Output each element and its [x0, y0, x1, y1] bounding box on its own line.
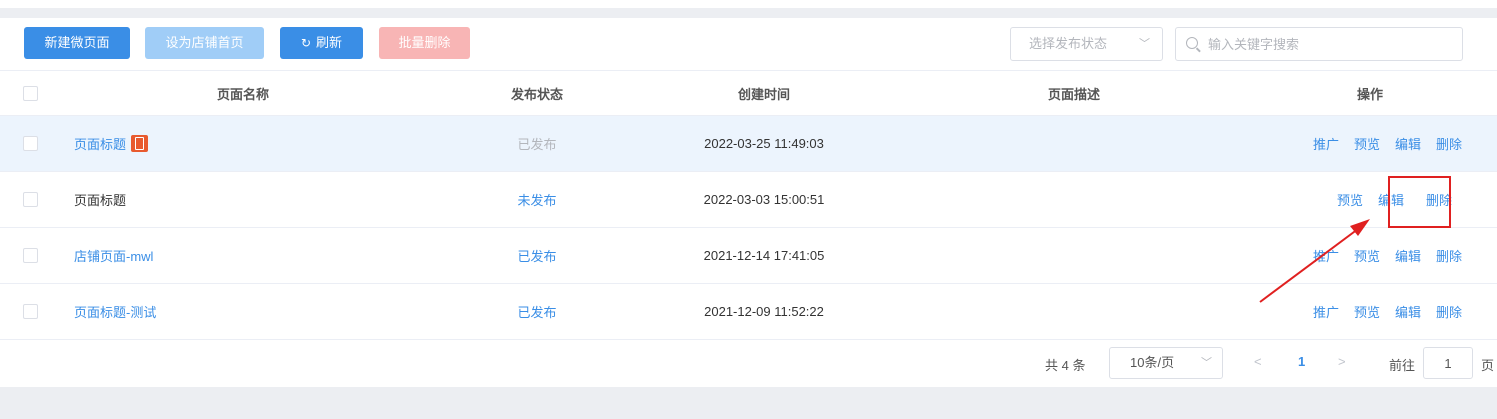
row-status: 已发布 — [517, 137, 557, 152]
search-input[interactable] — [1208, 28, 1458, 60]
row-name: 页面标题 — [74, 193, 127, 208]
header-name: 页面名称 — [216, 86, 269, 102]
row-time: 2021-12-14 17:41:05 — [703, 248, 825, 263]
search-box[interactable] — [1175, 27, 1463, 61]
refresh-label: 刷新 — [316, 35, 343, 50]
batch-delete-button[interactable]: 批量删除 — [379, 27, 470, 59]
goto-page-input[interactable] — [1423, 347, 1473, 379]
row-name-cell: 页面标题 — [74, 116, 149, 171]
edit-link[interactable]: 编辑 — [1395, 246, 1421, 265]
toolbar: 新建微页面 设为店铺首页 ↻ 刷新 批量删除 选择发布状态 ﹀ — [0, 18, 1497, 70]
row-time: 2022-03-03 15:00:51 — [703, 192, 825, 207]
table-header: 页面名称 发布状态 创建时间 页面描述 操作 — [0, 70, 1497, 116]
row-checkbox[interactable] — [23, 136, 38, 151]
preview-link[interactable]: 预览 — [1354, 246, 1380, 265]
preview-link[interactable]: 预览 — [1354, 134, 1380, 153]
pagination-total: 共 4 条 — [1045, 358, 1086, 373]
table-row: 页面标题 未发布 2022-03-03 15:00:51 预览 编辑 删除 — [0, 172, 1497, 228]
row-name-link[interactable]: 店铺页面-mwl — [74, 228, 153, 283]
row-status: 未发布 — [517, 193, 557, 208]
row-ops: 推广 预览 编辑 删除 — [1298, 116, 1462, 171]
status-select[interactable]: 选择发布状态 ﹀ — [1010, 27, 1163, 61]
row-checkbox[interactable] — [23, 304, 38, 319]
row-checkbox-cell — [23, 284, 38, 339]
row-time: 2021-12-09 11:52:22 — [704, 304, 824, 319]
chevron-down-icon: ﹀ — [1201, 357, 1212, 369]
page-size-select[interactable]: 10条/页 ﹀ — [1109, 347, 1223, 379]
page-size-value: 10条/页 — [1130, 355, 1175, 370]
new-page-button[interactable]: 新建微页面 — [24, 27, 130, 59]
delete-link[interactable]: 删除 — [1436, 302, 1462, 321]
edit-link[interactable]: 编辑 — [1395, 134, 1421, 153]
row-checkbox[interactable] — [23, 248, 38, 263]
search-icon — [1186, 37, 1198, 49]
header-desc: 页面描述 — [1047, 86, 1100, 102]
page-unit-label: 页 — [1481, 358, 1495, 373]
header-status: 发布状态 — [510, 86, 563, 102]
edit-link[interactable]: 编辑 — [1395, 302, 1421, 321]
chevron-down-icon: ﹀ — [1139, 38, 1150, 50]
row-name-link[interactable]: 页面标题 — [74, 134, 126, 153]
refresh-button[interactable]: ↻ 刷新 — [280, 27, 363, 59]
row-checkbox-cell — [23, 116, 38, 171]
annotation-highlight-box — [1388, 176, 1451, 228]
header-time: 创建时间 — [737, 86, 790, 102]
table-row: 页面标题-测试 已发布 2021-12-09 11:52:22 推广 预览 编辑… — [0, 284, 1497, 340]
goto-label: 前往 — [1389, 358, 1416, 373]
delete-link[interactable]: 删除 — [1436, 134, 1462, 153]
top-strip — [0, 0, 1497, 8]
promote-link[interactable]: 推广 — [1313, 134, 1339, 153]
row-checkbox-cell — [23, 228, 38, 283]
preview-link[interactable]: 预览 — [1354, 302, 1380, 321]
preview-link[interactable]: 预览 — [1337, 190, 1363, 209]
page-number-current[interactable]: 1 — [1298, 354, 1305, 369]
row-ops: 推广 预览 编辑 删除 — [1298, 284, 1462, 339]
row-time: 2022-03-25 11:49:03 — [704, 136, 824, 151]
table-row: 店铺页面-mwl 已发布 2021-12-14 17:41:05 推广 预览 编… — [0, 228, 1497, 284]
row-checkbox-cell — [23, 172, 38, 227]
mobile-page-icon — [131, 135, 149, 152]
row-checkbox[interactable] — [23, 192, 38, 207]
promote-link[interactable]: 推广 — [1313, 302, 1339, 321]
chevron-right-icon[interactable]: > — [1338, 354, 1346, 369]
row-name-link[interactable]: 页面标题-测试 — [74, 284, 156, 339]
set-home-button[interactable]: 设为店铺首页 — [145, 27, 264, 59]
content-panel: 新建微页面 设为店铺首页 ↻ 刷新 批量删除 选择发布状态 ﹀ 页面名称 发布状态… — [0, 18, 1497, 387]
pagination: 共 4 条 10条/页 ﹀ < 1 > 前往 页 — [0, 339, 1497, 387]
row-ops: 推广 预览 编辑 删除 — [1298, 228, 1462, 283]
row-status: 已发布 — [517, 305, 557, 320]
row-status: 已发布 — [517, 249, 557, 264]
chevron-left-icon[interactable]: < — [1254, 354, 1262, 369]
promote-link[interactable]: 推广 — [1313, 246, 1339, 265]
refresh-icon: ↻ — [300, 36, 312, 50]
status-select-placeholder: 选择发布状态 — [1029, 36, 1108, 51]
header-ops: 操作 — [1356, 86, 1383, 102]
delete-link[interactable]: 删除 — [1436, 246, 1462, 265]
table-row: 页面标题 已发布 2022-03-25 11:49:03 推广 预览 编辑 删除 — [0, 116, 1497, 172]
